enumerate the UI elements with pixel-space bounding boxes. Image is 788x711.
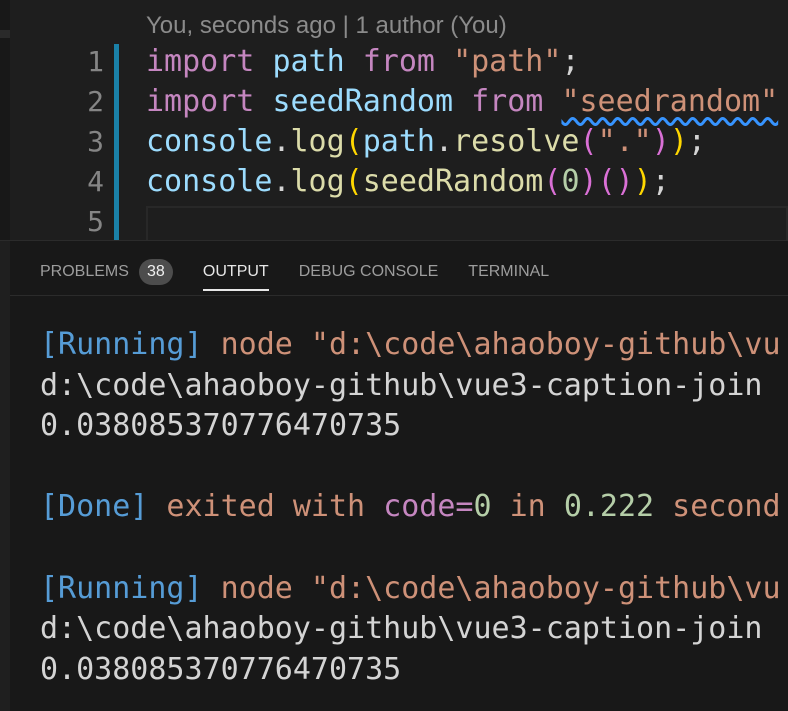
output-token: second bbox=[654, 489, 781, 524]
line-number: 4 bbox=[87, 165, 104, 198]
output-token: 0.038085370776470735 bbox=[40, 652, 402, 687]
output-token: node "d:\code\ahaoboy-github\vu bbox=[202, 327, 781, 362]
output-token: exited with bbox=[148, 489, 384, 524]
code-token: resolve bbox=[453, 124, 580, 159]
output-token: node "d:\code\ahaoboy-github\vu bbox=[202, 571, 781, 606]
output-token: d:\code\ahaoboy-github\vue3-caption-join bbox=[40, 611, 763, 646]
output-token: in bbox=[491, 489, 564, 524]
bottom-panel: PROBLEMS 38 OUTPUT DEBUG CONSOLE TERMINA… bbox=[0, 240, 788, 711]
code-token: . bbox=[435, 124, 454, 159]
code-token: ; bbox=[561, 44, 580, 79]
editor-left-notch bbox=[0, 30, 10, 38]
code-token: path bbox=[362, 124, 435, 159]
code-token: seedRandom bbox=[362, 164, 544, 199]
tab-problems-label: PROBLEMS bbox=[40, 263, 129, 280]
output-line: 0.038085370776470735 bbox=[40, 406, 401, 446]
code-token: ( bbox=[579, 124, 598, 159]
output-token: code= bbox=[383, 489, 474, 524]
output-token: 0.038085370776470735 bbox=[40, 408, 402, 443]
output-line: d:\code\ahaoboy-github\vue3-caption-join bbox=[40, 366, 762, 406]
code-token: ) bbox=[579, 164, 598, 199]
tab-output-label: OUTPUT bbox=[202, 263, 269, 280]
output-token: d:\code\ahaoboy-github\vue3-caption-join bbox=[40, 368, 763, 403]
panel-divider bbox=[10, 295, 788, 296]
code-line-text[interactable]: console.log(path.resolve(".")); bbox=[146, 122, 706, 162]
code-token: ) bbox=[615, 164, 634, 199]
code-token: . bbox=[272, 164, 291, 199]
code-token: ) bbox=[669, 124, 688, 159]
problems-count-badge: 38 bbox=[138, 259, 173, 285]
code-line-text[interactable]: console.log(seedRandom(0)()); bbox=[146, 162, 670, 202]
code-token: log bbox=[290, 164, 345, 199]
code-token: ( bbox=[344, 124, 363, 159]
code-token: ( bbox=[597, 164, 616, 199]
line-number: 1 bbox=[87, 45, 104, 78]
output-line: d:\code\ahaoboy-github\vue3-caption-join bbox=[40, 609, 762, 649]
code-token: import bbox=[146, 84, 255, 119]
output-line: [Running] node "d:\code\ahaoboy-github\v… bbox=[40, 569, 781, 609]
code-token: ( bbox=[543, 164, 562, 199]
output-line: [Running] node "d:\code\ahaoboy-github\v… bbox=[40, 325, 781, 365]
line-number: 5 bbox=[87, 205, 104, 238]
output-token: [Running] bbox=[40, 571, 203, 606]
code-line[interactable]: 1 import path from "path"; bbox=[0, 42, 788, 82]
code-token: 0 bbox=[561, 164, 580, 199]
code-token: log bbox=[290, 124, 345, 159]
code-line[interactable]: 5 bbox=[0, 202, 788, 240]
output-token: [Running] bbox=[40, 327, 203, 362]
code-line-text[interactable]: import path from "path"; bbox=[146, 42, 580, 82]
code-token: import bbox=[146, 44, 255, 79]
output-token: [Done] bbox=[40, 489, 149, 524]
output-token: 0.222 bbox=[563, 489, 655, 524]
code-token: from bbox=[362, 44, 435, 79]
code-token: path bbox=[272, 44, 345, 79]
code-token: "path" bbox=[453, 44, 562, 79]
code-line[interactable]: 4 console.log(seedRandom(0)()); bbox=[0, 162, 788, 202]
tab-terminal[interactable]: TERMINAL bbox=[468, 257, 549, 287]
output-line: 0.038085370776470735 bbox=[40, 650, 401, 690]
code-editor[interactable]: You, seconds ago | 1 author (You) 1 impor… bbox=[0, 0, 788, 240]
tab-debug-console[interactable]: DEBUG CONSOLE bbox=[299, 257, 439, 287]
code-token: seedRandom bbox=[272, 84, 454, 119]
tab-debug-console-label: DEBUG CONSOLE bbox=[298, 263, 439, 280]
git-blame-annotation[interactable]: You, seconds ago | 1 author (You) bbox=[146, 8, 507, 44]
code-token: ( bbox=[344, 164, 363, 199]
code-token: "seedrandom" bbox=[561, 84, 779, 119]
panel-tab-bar: PROBLEMS 38 OUTPUT DEBUG CONSOLE TERMINA… bbox=[40, 257, 549, 291]
code-token: ; bbox=[687, 124, 706, 159]
code-token: from bbox=[471, 84, 544, 119]
code-token: ; bbox=[651, 164, 670, 199]
code-token: ) bbox=[651, 124, 670, 159]
tab-problems[interactable]: PROBLEMS 38 bbox=[40, 257, 173, 287]
line-number: 2 bbox=[87, 85, 104, 118]
code-token: . bbox=[272, 124, 291, 159]
code-line[interactable]: 3 console.log(path.resolve(".")); bbox=[0, 122, 788, 162]
code-token: ) bbox=[633, 164, 652, 199]
code-token: "." bbox=[597, 124, 652, 159]
code-token: console bbox=[146, 124, 273, 159]
tab-terminal-label: TERMINAL bbox=[468, 263, 550, 280]
code-line-text[interactable]: import seedRandom from "seedrandom" bbox=[146, 82, 778, 122]
line-number: 3 bbox=[87, 125, 104, 158]
code-token: console bbox=[146, 164, 273, 199]
output-line: [Done] exited with code=0 in 0.222 secon… bbox=[40, 487, 781, 527]
panel-left-edge bbox=[0, 241, 10, 711]
tab-output[interactable]: OUTPUT bbox=[202, 257, 269, 291]
output-token: 0 bbox=[473, 489, 492, 524]
code-line[interactable]: 2 import seedRandom from "seedrandom" bbox=[0, 82, 788, 122]
